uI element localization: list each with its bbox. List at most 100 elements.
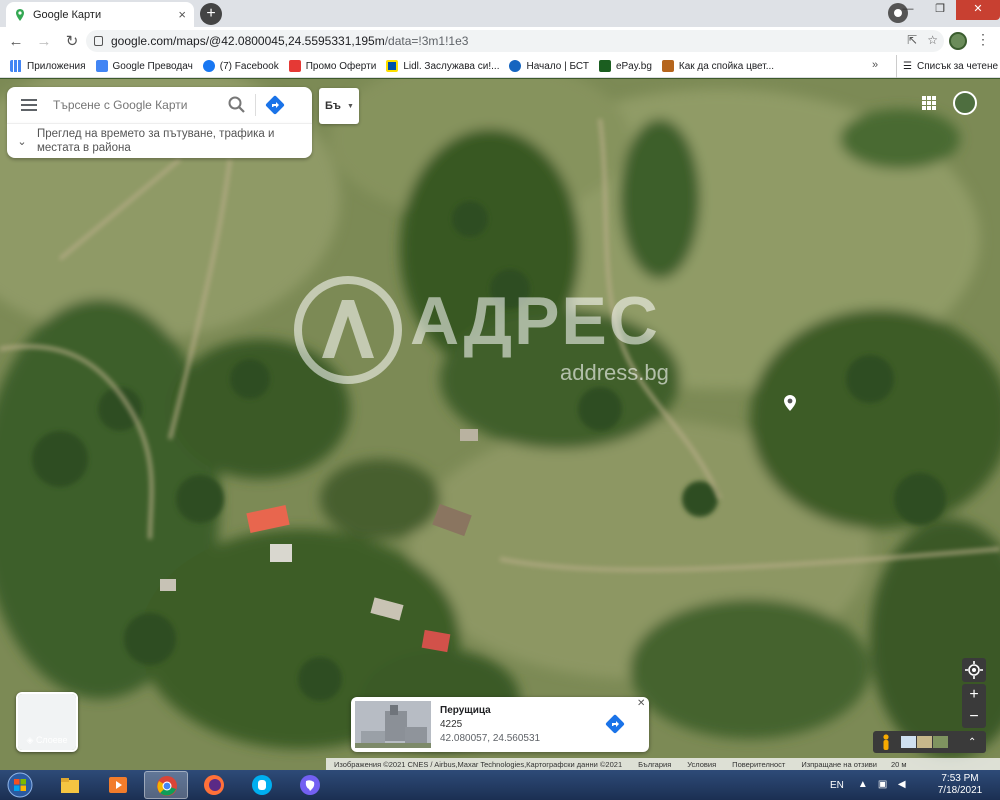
layers-text: Слоеве bbox=[35, 735, 68, 745]
terms-link[interactable]: Условия bbox=[687, 760, 716, 769]
window-controls: — ❐ ✕ bbox=[892, 0, 1000, 20]
place-thumbnail[interactable] bbox=[355, 701, 431, 748]
imagery-thumbnails[interactable] bbox=[901, 736, 948, 748]
menu-icon[interactable] bbox=[21, 99, 37, 111]
bookmark-promo[interactable]: Промо Оферти bbox=[288, 60, 377, 72]
browser-tab-bar: Google Карти × + — ❐ ✕ bbox=[0, 0, 1000, 27]
watermark-domain: address.bg bbox=[560, 360, 669, 385]
system-clock[interactable]: 7:53 PM 7/18/2021 bbox=[930, 773, 990, 797]
feedback-link[interactable]: Изпращане на отзиви bbox=[801, 760, 877, 769]
back-arrow-icon[interactable]: ← bbox=[4, 33, 28, 50]
place-card[interactable]: Перущица 4225 42.080057, 24.560531 ✕ bbox=[351, 697, 649, 752]
bookmark-lidl[interactable]: Lidl. Заслужава си!... bbox=[386, 60, 499, 72]
bookmark-solder[interactable]: Как да спойка цвет... bbox=[661, 60, 775, 72]
account-avatar[interactable] bbox=[953, 91, 977, 115]
caret-down-icon: ▼ bbox=[346, 102, 354, 110]
skype-icon bbox=[252, 775, 272, 795]
place-coordinates: 42.080057, 24.560531 bbox=[440, 733, 541, 744]
windows-taskbar: EN ▲ ▣ ◀ 7:53 PM 7/18/2021 bbox=[0, 770, 1000, 800]
taskbar-viber[interactable] bbox=[288, 771, 332, 799]
chevron-down-icon[interactable]: ⌄ bbox=[7, 135, 37, 148]
google-apps-icon[interactable] bbox=[922, 96, 936, 110]
layers-button[interactable]: ◈ Слоеве bbox=[16, 692, 78, 752]
windows-start-icon[interactable] bbox=[4, 772, 36, 798]
network-icon[interactable]: ▣ bbox=[878, 779, 890, 791]
system-tray: EN ▲ ▣ ◀ bbox=[830, 770, 918, 800]
language-selector[interactable]: Бъ ▼ bbox=[319, 88, 359, 124]
tab-close-icon[interactable]: × bbox=[178, 7, 186, 22]
privacy-link[interactable]: Поверителност bbox=[732, 760, 785, 769]
travel-info-panel[interactable]: ⌄ Преглед на времето за пътуване, трафик… bbox=[7, 123, 312, 158]
epay-icon bbox=[598, 60, 611, 72]
terrain-thumb[interactable] bbox=[917, 736, 932, 748]
input-language[interactable]: EN bbox=[830, 780, 844, 791]
bookmark-bst[interactable]: Начало | БСТ bbox=[509, 60, 589, 72]
close-window-button[interactable]: ✕ bbox=[956, 0, 1000, 20]
tray-arrow-icon[interactable]: ▲ bbox=[858, 779, 870, 791]
zoom-control: + − bbox=[962, 684, 986, 728]
taskbar-media-player[interactable] bbox=[96, 771, 140, 799]
bookmark-label: Lidl. Заслужава си!... bbox=[403, 60, 500, 72]
facebook-icon bbox=[202, 60, 215, 72]
satellite-thumb[interactable] bbox=[933, 736, 948, 748]
maximize-button[interactable]: ❐ bbox=[924, 0, 956, 20]
profile-avatar[interactable] bbox=[949, 32, 967, 50]
taskbar-skype[interactable] bbox=[240, 771, 284, 799]
forward-arrow-icon[interactable]: → bbox=[32, 33, 56, 50]
volume-icon[interactable]: ◀ bbox=[898, 779, 910, 791]
bookmark-google-translate[interactable]: Google Преводач bbox=[95, 60, 193, 72]
reload-icon[interactable]: ↻ bbox=[60, 32, 84, 50]
satellite-imagery[interactable] bbox=[0, 79, 1000, 770]
taskbar-chrome[interactable] bbox=[144, 771, 188, 799]
zoom-out-button[interactable]: − bbox=[962, 706, 986, 728]
tab-google-maps[interactable]: Google Карти × bbox=[6, 2, 194, 27]
browser-menu-icon[interactable]: ⋮ bbox=[976, 31, 990, 48]
map-thumb[interactable] bbox=[901, 736, 916, 748]
reading-list-button[interactable]: ☰ Списък за четене bbox=[896, 55, 998, 78]
minimize-button[interactable]: — bbox=[892, 0, 924, 20]
street-view-bar: ⌃ bbox=[873, 731, 986, 753]
url-field[interactable]: google.com/maps/@42.0800045,24.5595331,1… bbox=[86, 30, 944, 52]
directions-icon[interactable] bbox=[604, 713, 626, 735]
bookmarks-more-icon[interactable]: » bbox=[872, 59, 878, 71]
clock-date: 7/18/2021 bbox=[937, 785, 983, 796]
my-location-button[interactable] bbox=[962, 658, 986, 682]
address-watermark: АДРЕС address.bg bbox=[292, 274, 702, 386]
taskbar-explorer[interactable] bbox=[48, 771, 92, 799]
bookmark-facebook[interactable]: (7) Facebook bbox=[202, 60, 279, 72]
zoom-in-button[interactable]: + bbox=[962, 684, 986, 706]
my-location-icon bbox=[965, 661, 983, 679]
bookmark-apps[interactable]: Приложения bbox=[10, 60, 86, 72]
bookmark-epay[interactable]: ePay.bg bbox=[598, 60, 652, 72]
open-in-app-icon[interactable]: ⇱ bbox=[907, 33, 917, 47]
map-pin-icon[interactable] bbox=[783, 395, 797, 411]
address-logo-icon bbox=[294, 276, 402, 384]
percent-icon bbox=[288, 60, 301, 72]
satellite-map[interactable]: АДРЕС address.bg bbox=[0, 79, 1000, 770]
directions-icon[interactable] bbox=[264, 94, 286, 116]
language-label: Бъ bbox=[325, 100, 341, 112]
bookmark-star-icon[interactable]: ☆ bbox=[927, 33, 938, 47]
expand-icon[interactable]: ⌃ bbox=[968, 737, 976, 748]
bookmark-label: Приложения bbox=[27, 60, 86, 72]
close-icon[interactable]: ✕ bbox=[637, 698, 645, 709]
bookmark-label: Как да спойка цвет... bbox=[678, 60, 775, 72]
bookmark-label: Промо Оферти bbox=[305, 60, 377, 72]
url-tail: /data=!3m1!1e3 bbox=[384, 34, 469, 48]
firefox-icon bbox=[204, 775, 224, 795]
pegman-icon[interactable] bbox=[881, 734, 891, 750]
scale-label[interactable]: 20 м bbox=[891, 760, 907, 769]
street-view-thumbnail-icon bbox=[355, 701, 431, 748]
url-main: google.com/maps/@42.0800045,24.5595331,1… bbox=[111, 34, 385, 48]
new-tab-button[interactable]: + bbox=[200, 3, 222, 25]
bookmark-label: ePay.bg bbox=[615, 60, 652, 72]
taskbar-firefox[interactable] bbox=[192, 771, 236, 799]
bst-icon bbox=[509, 60, 522, 72]
search-icon[interactable] bbox=[227, 95, 247, 115]
bookmark-label: (7) Facebook bbox=[219, 60, 279, 72]
attribution-imagery: Изображения ©2021 CNES / Airbus,Maxar Te… bbox=[334, 759, 623, 769]
translate-icon bbox=[95, 60, 108, 72]
media-player-icon bbox=[109, 777, 127, 793]
map-attribution: Изображения ©2021 CNES / Airbus,Maxar Te… bbox=[326, 758, 1000, 770]
search-input[interactable] bbox=[51, 97, 221, 113]
